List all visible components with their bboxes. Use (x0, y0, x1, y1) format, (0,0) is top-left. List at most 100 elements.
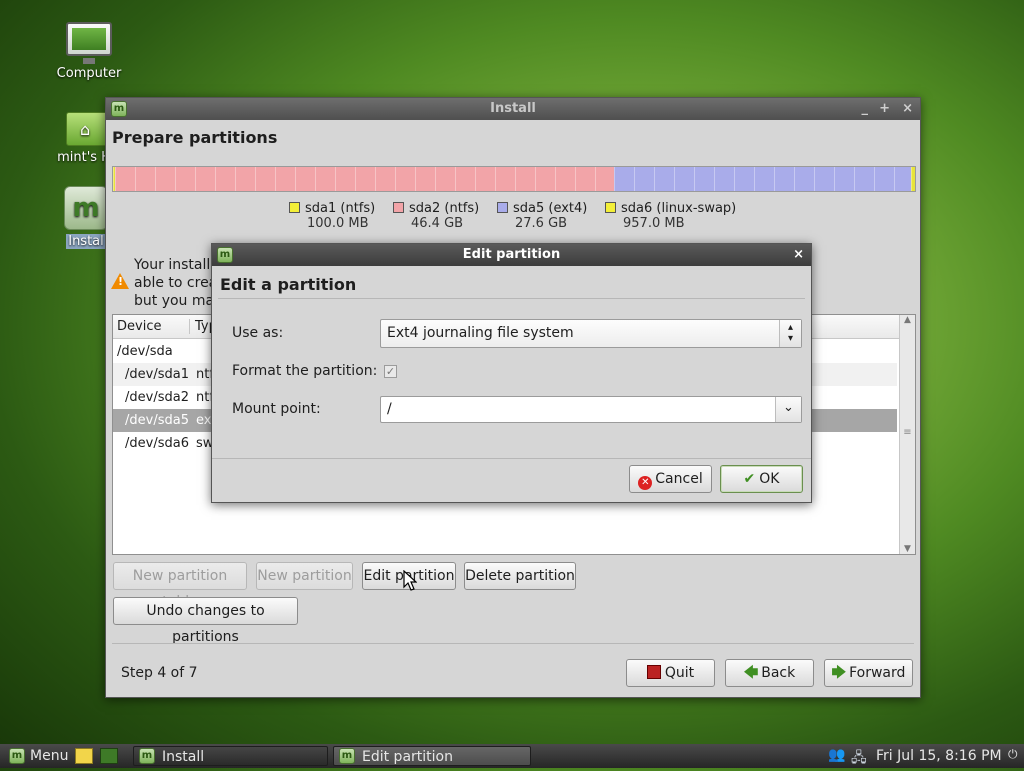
warning-icon (111, 273, 129, 289)
mount-point-label: Mount point: (232, 401, 321, 417)
table-scrollbar[interactable]: ▲ ≡ ▼ (899, 315, 915, 554)
forward-label: Forward (849, 665, 906, 681)
legend-sda5: sda5 (ext4) 27.6 GB (497, 201, 587, 231)
forward-arrow-icon: 🡆 (831, 665, 847, 681)
window-title: Install (490, 101, 536, 116)
new-partition-table-button[interactable]: New partition table (113, 562, 247, 610)
new-partition-button[interactable]: New partition (256, 562, 353, 590)
divider (218, 298, 805, 299)
computer-icon (66, 22, 112, 64)
minimize-button[interactable]: _ (862, 98, 869, 120)
divider (112, 643, 914, 644)
warning-line: Your installa (134, 257, 219, 273)
ok-label: OK (759, 471, 780, 487)
dialog-titlebar[interactable]: m Edit partition × (212, 244, 811, 266)
cancel-button[interactable]: ✕ Cancel (629, 465, 712, 493)
maximize-button[interactable]: + (879, 98, 890, 120)
legend-size: 100.0 MB (307, 216, 369, 231)
warning-line: able to crea (134, 275, 218, 291)
mount-point-combo[interactable]: / ⌄ (380, 396, 802, 423)
use-as-combo[interactable]: Ext4 journaling file system ▴ ▾ (380, 319, 802, 348)
desktop-icon-computer[interactable]: Computer (39, 22, 139, 81)
desktop-icon-label: Computer (56, 66, 122, 81)
legend-size: 957.0 MB (623, 216, 685, 231)
back-label: Back (761, 665, 796, 681)
mint-app-icon: m (217, 247, 233, 263)
legend-size: 27.6 GB (515, 216, 568, 231)
taskbar: m Menu m Install m Edit partition 👥 🖧 Fr… (0, 744, 1024, 768)
up-down-arrows-icon[interactable]: ▴ ▾ (779, 320, 801, 347)
menu-button[interactable]: m Menu (4, 746, 68, 766)
network-icon[interactable]: 🖧 (851, 747, 871, 766)
text-editor-launcher-icon[interactable] (75, 748, 93, 764)
legend-label: sda5 (ext4) (513, 201, 588, 216)
legend-sda1: sda1 (ntfs) 100.0 MB (289, 201, 375, 231)
check-icon: ✔ (743, 471, 756, 487)
back-button[interactable]: 🡄 Back (725, 659, 814, 687)
mount-point-value[interactable]: / (387, 401, 392, 417)
column-device[interactable]: Device (117, 319, 161, 334)
mint-app-icon: m (139, 748, 155, 764)
row-type: ex (196, 413, 212, 428)
legend-label: sda6 (linux-swap) (621, 201, 737, 216)
page-title: Prepare partitions (112, 128, 278, 147)
cancel-label: Cancel (655, 471, 703, 487)
undo-changes-button[interactable]: Undo changes to partitions (113, 597, 298, 645)
task-label: Install (162, 749, 205, 765)
disk-partition-bar (112, 166, 916, 192)
close-button[interactable]: × (902, 98, 913, 120)
task-edit-partition[interactable]: m Edit partition (333, 746, 531, 766)
dialog-title: Edit partition (462, 247, 561, 262)
task-label: Edit partition (362, 749, 453, 765)
row-device: /dev/sda6 (125, 436, 189, 451)
row-device: /dev/sda (117, 344, 173, 359)
user-people-icon[interactable]: 👥 (828, 747, 846, 765)
mint-app-icon: m (339, 748, 355, 764)
legend-swatch (605, 202, 616, 213)
dialog-close-button[interactable]: × (793, 244, 804, 266)
mint-app-icon: m (111, 101, 127, 117)
quit-label: Quit (664, 665, 695, 681)
home-folder-icon: ⌂ (66, 112, 110, 146)
disk-segment-sda5 (614, 167, 911, 191)
legend-sda2: sda2 (ntfs) 46.4 GB (393, 201, 479, 231)
warning-text: Your installa able to crea but you may (134, 256, 222, 310)
menu-label: Menu (30, 748, 69, 764)
clock[interactable]: Fri Jul 15, 8:16 PM (876, 746, 1002, 766)
row-device: /dev/sda2 (125, 390, 189, 405)
dialog-heading: Edit a partition (220, 275, 357, 294)
format-checkbox[interactable]: ✓ (384, 365, 397, 378)
edit-partition-dialog: m Edit partition × Edit a partition Use … (211, 243, 812, 503)
format-label: Format the partition: (232, 363, 378, 379)
task-install[interactable]: m Install (133, 746, 328, 766)
scroll-up-icon[interactable]: ▲ (900, 315, 915, 325)
scroll-down-icon[interactable]: ▼ (900, 544, 915, 554)
ok-button[interactable]: ✔ OK (720, 465, 803, 493)
legend-swatch (393, 202, 404, 213)
legend-size: 46.4 GB (411, 216, 464, 231)
forward-button[interactable]: 🡆 Forward (824, 659, 913, 687)
quit-button[interactable]: Quit (626, 659, 715, 687)
legend-label: sda2 (ntfs) (409, 201, 480, 216)
use-as-value: Ext4 journaling file system (387, 325, 574, 341)
divider (212, 458, 811, 459)
install-titlebar[interactable]: m Install _ + × (106, 98, 920, 120)
legend-sda6: sda6 (linux-swap) 957.0 MB (605, 201, 736, 231)
mint-logo-icon: m (64, 186, 108, 230)
disk-segment-sda6 (911, 167, 915, 191)
legend-swatch (497, 202, 508, 213)
scroll-grip-icon[interactable]: ≡ (900, 427, 915, 438)
warning-line: but you may (134, 293, 223, 309)
use-as-label: Use as: (232, 325, 284, 341)
row-device: /dev/sda5 (125, 413, 189, 428)
step-indicator: Step 4 of 7 (121, 665, 198, 681)
power-icon[interactable]: ⏻ (1008, 747, 1022, 765)
legend-swatch (289, 202, 300, 213)
delete-partition-button[interactable]: Delete partition (464, 562, 576, 590)
desktop-icon-label: Instal (66, 234, 106, 249)
cancel-icon: ✕ (638, 476, 653, 490)
back-arrow-icon: 🡄 (743, 665, 759, 681)
terminal-launcher-icon[interactable] (100, 748, 118, 764)
mint-menu-icon: m (9, 748, 25, 764)
chevron-down-icon[interactable]: ⌄ (775, 397, 801, 422)
